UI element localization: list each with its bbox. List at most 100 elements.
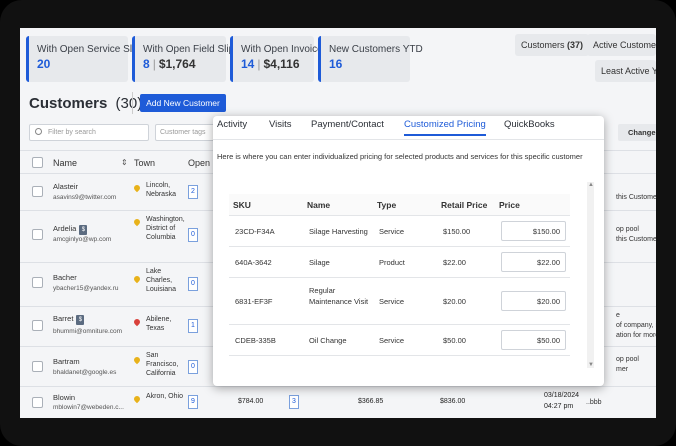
stat-label: With Open Service Slips (37, 44, 145, 55)
sku: 23CD-F34A (235, 227, 275, 236)
col-name[interactable]: Name (53, 158, 77, 168)
item-name: Silage Harvesting (309, 227, 368, 236)
stat-new-customers-ytd[interactable]: New Customers YTD 16 (318, 36, 423, 82)
tab-active-label: Active Customers (593, 40, 656, 50)
page-count: (30) (115, 95, 143, 112)
scroll-up-icon[interactable]: ▲ (588, 182, 594, 188)
retail-price: $50.00 (443, 336, 466, 345)
customer-name[interactable]: Blowin (53, 393, 75, 402)
cell-amount: $366.85 (358, 398, 384, 405)
modal-tabs: Activity Visits Payment/Contact Customiz… (213, 116, 604, 140)
item-type: Service (379, 297, 405, 306)
sort-icon[interactable]: ⇕ (121, 158, 128, 167)
price-input[interactable]: $22.00 (501, 252, 566, 272)
customer-town: Lake Charles, Louisiana (146, 268, 176, 293)
divider (132, 92, 133, 114)
customer-email: ybacher15@yandex.ru (53, 285, 119, 292)
stat-count: 8 (143, 57, 150, 71)
stat-label: With Open Field Slips (143, 44, 240, 55)
col-price: Price (499, 200, 520, 210)
customer-town: Lincoln, Nebraska (146, 182, 176, 198)
table-row: 6831-EF3F Regular Maintenance Visit Serv… (229, 278, 570, 325)
pricing-table: SKU Name Type Retail Price Price 23CD-F3… (229, 194, 570, 356)
stat-open-field-slips[interactable]: With Open Field Slips 8 | $1,764 (132, 36, 240, 82)
open-count[interactable]: 0 (188, 228, 198, 242)
table-row[interactable]: Blowin mblowin7@webeden.c... Akron, Ohio… (20, 387, 656, 418)
customer-note: mer (616, 366, 629, 373)
cell-amount: $836.00 (440, 398, 466, 405)
item-type: Product (379, 258, 405, 267)
select-all-checkbox[interactable] (32, 157, 43, 168)
tab-visits[interactable]: Visits (269, 119, 292, 130)
cell-amount: $784.00 (238, 398, 264, 405)
add-new-customer-button[interactable]: Add New Customer (140, 94, 226, 112)
page-title-text: Customers (29, 95, 108, 112)
location-pin-icon (132, 355, 142, 365)
customer-name[interactable]: Alasteir (53, 182, 78, 191)
customer-town: San Francisco, California (146, 352, 179, 377)
customer-name-text: Barret (53, 314, 74, 323)
tab-activity[interactable]: Activity (217, 119, 247, 130)
customer-name[interactable]: Bartram (53, 357, 80, 366)
customer-note: op pool (616, 226, 639, 233)
location-pin-icon (132, 394, 142, 404)
open-count[interactable]: 2 (188, 185, 198, 199)
col-type: Type (377, 200, 397, 210)
col-town[interactable]: Town (134, 158, 155, 168)
page-title: Customers (30) (29, 95, 142, 112)
customer-email: mblowin7@webeden.c... (53, 404, 124, 411)
change-button[interactable]: Change S (618, 124, 656, 141)
table-row: CDEB-335B Oil Change Service $50.00 $50.… (229, 325, 570, 356)
open-count[interactable]: 0 (188, 277, 198, 291)
customer-note: this Customer (616, 236, 656, 243)
row-checkbox[interactable] (32, 320, 43, 331)
customer-name[interactable]: Barret $ (53, 314, 85, 325)
stat-count: 20 (37, 57, 51, 71)
cell-time: 04:27 pm (544, 403, 574, 410)
price-input[interactable]: $150.00 (501, 221, 566, 241)
customer-name[interactable]: Ardelia $ (53, 224, 88, 235)
dollar-badge-icon: $ (79, 225, 88, 235)
price-input[interactable]: $50.00 (501, 330, 566, 350)
retail-price: $150.00 (443, 227, 471, 236)
tab-customers[interactable]: Customers (37) (515, 34, 590, 56)
tab-customers-count: (37) (567, 40, 584, 50)
stat-open-service-slips[interactable]: With Open Service Slips 20 (26, 36, 145, 82)
open-count[interactable]: 0 (188, 360, 198, 374)
search-input[interactable]: Filter by search (29, 124, 149, 141)
customer-note: e (616, 312, 620, 319)
customer-note: ation for more v (616, 332, 656, 339)
cell-count[interactable]: 3 (289, 395, 299, 409)
tab-active-customers[interactable]: Active Customers (587, 34, 656, 56)
customer-name-text: Ardelia (53, 224, 77, 233)
row-checkbox[interactable] (32, 186, 43, 197)
pricing-table-header: SKU Name Type Retail Price Price (229, 194, 570, 216)
open-count[interactable]: 9 (188, 395, 198, 409)
row-checkbox[interactable] (32, 397, 43, 408)
price-input[interactable]: $20.00 (501, 291, 566, 311)
tab-payment-contact[interactable]: Payment/Contact (311, 119, 384, 130)
open-count[interactable]: 1 (188, 319, 198, 333)
tab-quickbooks[interactable]: QuickBooks (504, 119, 555, 130)
row-checkbox[interactable] (32, 229, 43, 240)
customer-email: asavins9@twitter.com (53, 194, 117, 201)
tab-customized-pricing[interactable]: Customized Pricing (404, 119, 486, 136)
sku: 6831-EF3F (235, 297, 273, 306)
scroll-down-icon[interactable]: ▼ (588, 362, 594, 368)
location-pin-icon (132, 183, 142, 193)
row-checkbox[interactable] (32, 361, 43, 372)
modal-scrollbar[interactable]: ▲ ▼ (587, 182, 594, 368)
search-placeholder: Filter by search (48, 129, 96, 136)
col-sku: SKU (233, 200, 251, 210)
item-name: Silage (309, 258, 330, 267)
stat-open-invoices[interactable]: With Open Invoices 14 | $4,116 (230, 36, 328, 82)
sku: 640A-3642 (235, 258, 272, 267)
tab-least-active[interactable]: Least Active YTD (595, 60, 656, 82)
pricing-description: Here is where you can enter individualiz… (217, 152, 583, 161)
stat-amount: $1,764 (158, 57, 196, 71)
row-checkbox[interactable] (32, 277, 43, 288)
stat-label: With Open Invoices (241, 44, 328, 55)
customer-note: this Customer n (616, 194, 656, 201)
customer-name[interactable]: Bacher (53, 273, 77, 282)
location-pin-icon (132, 317, 142, 327)
